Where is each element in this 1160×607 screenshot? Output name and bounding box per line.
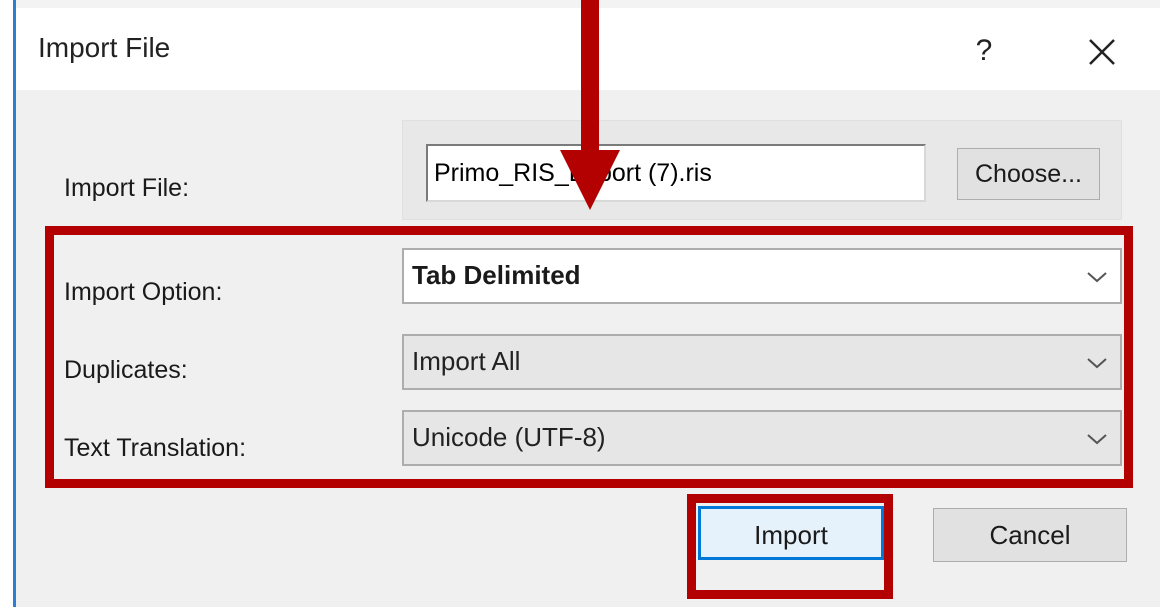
import-option-label: Import Option:	[64, 278, 223, 306]
import-option-select[interactable]: Tab Delimited	[402, 248, 1122, 304]
cancel-button[interactable]: Cancel	[933, 508, 1127, 562]
text-translation-label: Text Translation:	[64, 434, 247, 462]
import-file-label: Import File:	[64, 174, 190, 202]
text-translation-select[interactable]: Unicode (UTF-8)	[402, 410, 1122, 466]
chevron-down-icon	[1087, 358, 1107, 369]
help-button[interactable]: ?	[962, 26, 1006, 76]
import-file-input[interactable]	[426, 144, 926, 202]
dialog-title-bar: Import File ?	[16, 0, 1160, 90]
chevron-down-icon	[1087, 272, 1107, 283]
duplicates-value: Import All	[412, 346, 521, 376]
duplicates-label: Duplicates:	[64, 356, 188, 384]
choose-button[interactable]: Choose...	[957, 148, 1100, 200]
close-icon	[1089, 39, 1115, 65]
chevron-down-icon	[1087, 434, 1107, 445]
text-translation-value: Unicode (UTF-8)	[412, 422, 606, 452]
close-button[interactable]	[1076, 24, 1126, 76]
dialog-content: Import File: Choose... Import Option: Ta…	[16, 90, 1160, 607]
duplicates-select[interactable]: Import All	[402, 334, 1122, 390]
dialog-title: Import File	[38, 32, 171, 63]
import-option-value: Tab Delimited	[412, 260, 581, 290]
import-button[interactable]: Import	[698, 506, 884, 560]
